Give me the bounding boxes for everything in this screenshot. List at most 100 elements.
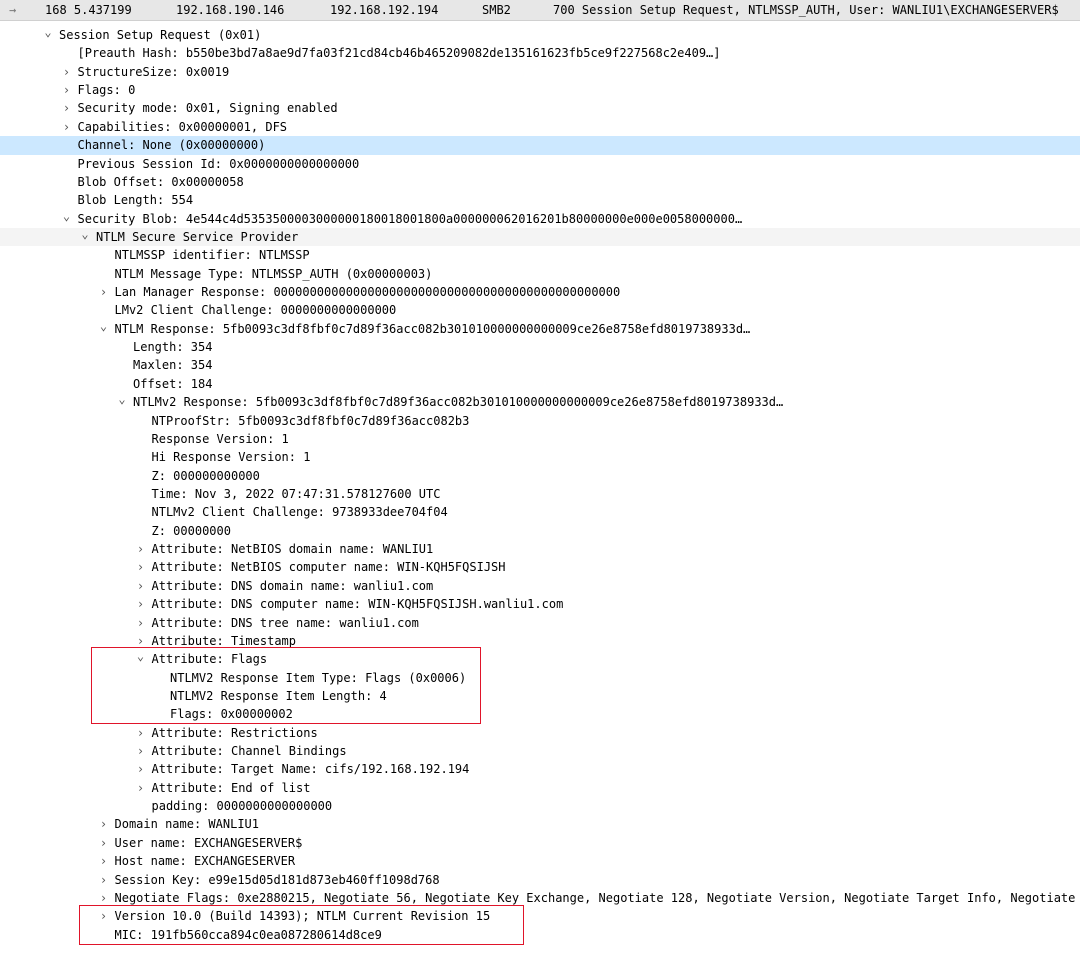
tree-row-previous-session-id[interactable]: Previous Session Id: 0x0000000000000000 (0, 155, 1080, 173)
tree-row-ntlmv2-item-type[interactable]: NTLMV2 Response Item Type: Flags (0x0006… (0, 669, 1080, 687)
tree-row-negotiate-flags[interactable]: › Negotiate Flags: 0xe2880215, Negotiate … (0, 889, 1080, 907)
tree-row-label: NTLM Response: 5fb0093c3df8fbf0c7d89f36a… (114, 321, 751, 336)
tree-row-security-blob[interactable]: ⌄ Security Blob: 4e544c4d5353500003000000… (0, 210, 1080, 228)
tree-row-structure-size[interactable]: › StructureSize: 0x0019 (0, 63, 1080, 81)
collapse-chevron-icon[interactable]: › (136, 742, 146, 760)
packet-details-tree[interactable]: ⌄ Session Setup Request (0x01) [Preauth Ha… (0, 26, 1080, 944)
tree-row-attr-restrictions[interactable]: › Attribute: Restrictions (0, 724, 1080, 742)
tree-row-label: Attribute: Flags (151, 652, 268, 667)
tree-row-ntlm-message-type[interactable]: NTLM Message Type: NTLMSSP_AUTH (0x00000… (0, 265, 1080, 283)
collapse-chevron-icon[interactable]: › (99, 283, 109, 301)
collapse-chevron-icon[interactable]: › (99, 815, 109, 833)
tree-row-label: Attribute: Target Name: cifs/192.168.192… (151, 762, 470, 777)
expand-chevron-icon[interactable]: ⌄ (136, 650, 146, 665)
tree-row-label: Attribute: DNS tree name: wanliu1.com (151, 615, 419, 630)
collapse-chevron-icon[interactable]: › (136, 724, 146, 742)
arrow-icon: → (9, 3, 17, 17)
tree-row-ntlm-response-offset[interactable]: Offset: 184 (0, 375, 1080, 393)
tree-row-ntlmv2-client-challenge[interactable]: NTLMv2 Client Challenge: 9738933dee704f0… (0, 503, 1080, 521)
collapse-chevron-icon[interactable]: › (136, 632, 146, 650)
tree-row-host-name[interactable]: › Host name: EXCHANGESERVER (0, 852, 1080, 870)
tree-row-attr-channel-bindings[interactable]: › Attribute: Channel Bindings (0, 742, 1080, 760)
expand-chevron-icon[interactable]: ⌄ (80, 228, 90, 243)
tree-row-lmv2-client-challenge[interactable]: LMv2 Client Challenge: 0000000000000000 (0, 301, 1080, 319)
tree-row-version[interactable]: › Version 10.0 (Build 14393); NTLM Curren… (0, 907, 1080, 925)
tree-row-response-version[interactable]: Response Version: 1 (0, 430, 1080, 448)
tree-row-capabilities[interactable]: › Capabilities: 0x00000001, DFS (0, 118, 1080, 136)
tree-row-label: LMv2 Client Challenge: 0000000000000000 (114, 303, 397, 318)
collapse-chevron-icon[interactable]: › (136, 595, 146, 613)
tree-row-padding[interactable]: padding: 0000000000000000 (0, 797, 1080, 815)
selected-packet-row[interactable]: → 168 5.437199 192.168.190.146 192.168.1… (0, 0, 1080, 21)
collapse-chevron-icon[interactable]: › (62, 81, 72, 99)
tree-row-preauth-hash[interactable]: [Preauth Hash: b550be3bd7a8ae9d7fa03f21c… (0, 44, 1080, 62)
tree-row-label: MIC: 191fb560cca894c0ea087280614d8ce9 (114, 927, 382, 942)
tree-row-attr-netbios-computer[interactable]: › Attribute: NetBIOS computer name: WIN-K… (0, 558, 1080, 576)
expand-chevron-icon[interactable]: ⌄ (99, 320, 109, 335)
tree-row-ntlm-response-maxlen[interactable]: Maxlen: 354 (0, 356, 1080, 374)
tree-row-hi-response-version[interactable]: Hi Response Version: 1 (0, 448, 1080, 466)
tree-row-blob-offset[interactable]: Blob Offset: 0x00000058 (0, 173, 1080, 191)
tree-row-label: Z: 000000000000 (151, 468, 260, 483)
packet-destination: 192.168.192.194 (330, 3, 439, 17)
tree-row-lan-manager-response[interactable]: › Lan Manager Response: 00000000000000000… (0, 283, 1080, 301)
tree-row-blob-length[interactable]: Blob Length: 554 (0, 191, 1080, 209)
packet-source: 192.168.190.146 (176, 3, 285, 17)
collapse-chevron-icon[interactable]: › (99, 889, 109, 907)
tree-row-label: Attribute: DNS computer name: WIN-KQH5FQ… (151, 597, 564, 612)
tree-row-label: Attribute: Restrictions (151, 725, 318, 740)
tree-row-flags[interactable]: › Flags: 0 (0, 81, 1080, 99)
tree-row-ntlmv2-item-length[interactable]: NTLMV2 Response Item Length: 4 (0, 687, 1080, 705)
tree-row-session-key[interactable]: › Session Key: e99e15d05d181d873eb460ff10… (0, 871, 1080, 889)
expand-chevron-icon[interactable]: ⌄ (117, 393, 127, 408)
collapse-chevron-icon[interactable]: › (62, 99, 72, 117)
collapse-chevron-icon[interactable]: › (136, 760, 146, 778)
tree-row-label: Length: 354 (133, 340, 213, 355)
tree-row-attr-dns-tree[interactable]: › Attribute: DNS tree name: wanliu1.com (0, 614, 1080, 632)
tree-row-label: Time: Nov 3, 2022 07:47:31.578127600 UTC (151, 486, 441, 501)
collapse-chevron-icon[interactable]: › (62, 63, 72, 81)
tree-row-attr-timestamp[interactable]: › Attribute: Timestamp (0, 632, 1080, 650)
tree-row-time[interactable]: Time: Nov 3, 2022 07:47:31.578127600 UTC (0, 485, 1080, 503)
packet-info: 700 Session Setup Request, NTLMSSP_AUTH,… (553, 3, 1059, 17)
collapse-chevron-icon[interactable]: › (99, 907, 109, 925)
collapse-chevron-icon[interactable]: › (136, 779, 146, 797)
tree-row-user-name[interactable]: › User name: EXCHANGESERVER$ (0, 834, 1080, 852)
collapse-chevron-icon[interactable]: › (136, 577, 146, 595)
tree-row-attr-dns-computer[interactable]: › Attribute: DNS computer name: WIN-KQH5F… (0, 595, 1080, 613)
tree-row-attr-end-of-list[interactable]: › Attribute: End of list (0, 779, 1080, 797)
tree-row-label: Domain name: WANLIU1 (114, 817, 260, 832)
tree-row-z-1[interactable]: Z: 000000000000 (0, 467, 1080, 485)
collapse-chevron-icon[interactable]: › (136, 558, 146, 576)
tree-row-label: NTLMSSP identifier: NTLMSSP (114, 248, 310, 263)
tree-row-attr-dns-domain[interactable]: › Attribute: DNS domain name: wanliu1.com (0, 577, 1080, 595)
tree-row-attr-target-name[interactable]: › Attribute: Target Name: cifs/192.168.19… (0, 760, 1080, 778)
expand-chevron-icon[interactable]: ⌄ (62, 210, 72, 225)
tree-row-z-2[interactable]: Z: 00000000 (0, 522, 1080, 540)
tree-row-ntlm-response[interactable]: ⌄ NTLM Response: 5fb0093c3df8fbf0c7d89f36… (0, 320, 1080, 338)
tree-row-ntproofstr[interactable]: NTProofStr: 5fb0093c3df8fbf0c7d89f36acc0… (0, 412, 1080, 430)
tree-row-domain-name[interactable]: › Domain name: WANLIU1 (0, 815, 1080, 833)
tree-row-label: NTLMv2 Client Challenge: 9738933dee704f0… (151, 505, 448, 520)
tree-row-session-setup-request[interactable]: ⌄ Session Setup Request (0x01) (0, 26, 1080, 44)
tree-row-ntlm-response-length[interactable]: Length: 354 (0, 338, 1080, 356)
collapse-chevron-icon[interactable]: › (99, 871, 109, 889)
tree-row-label: Flags: 0x00000002 (170, 707, 293, 722)
tree-row-ntlmv2-response[interactable]: ⌄ NTLMv2 Response: 5fb0093c3df8fbf0c7d89f… (0, 393, 1080, 411)
tree-row-attr-flags[interactable]: ⌄ Attribute: Flags (0, 650, 1080, 668)
tree-row-ntlm-secure-service-provider[interactable]: ⌄ NTLM Secure Service Provider (0, 227, 1080, 247)
tree-row-security-mode[interactable]: › Security mode: 0x01, Signing enabled (0, 99, 1080, 117)
tree-row-channel[interactable]: Channel: None (0x00000000) (0, 136, 1080, 155)
collapse-chevron-icon[interactable]: › (136, 614, 146, 632)
collapse-chevron-icon[interactable]: › (99, 834, 109, 852)
collapse-chevron-icon[interactable]: › (99, 852, 109, 870)
tree-row-ntlmssp-identifier[interactable]: NTLMSSP identifier: NTLMSSP (0, 246, 1080, 264)
tree-row-label: NTLMv2 Response: 5fb0093c3df8fbf0c7d89f3… (133, 395, 784, 410)
collapse-chevron-icon[interactable]: › (62, 118, 72, 136)
collapse-chevron-icon[interactable]: › (136, 540, 146, 558)
tree-row-mic[interactable]: MIC: 191fb560cca894c0ea087280614d8ce9 (0, 926, 1080, 944)
expand-chevron-icon[interactable]: ⌄ (43, 26, 53, 41)
tree-row-attr-flags-value[interactable]: Flags: 0x00000002 (0, 705, 1080, 723)
tree-row-label: Z: 00000000 (151, 523, 231, 538)
tree-row-attr-netbios-domain[interactable]: › Attribute: NetBIOS domain name: WANLIU1 (0, 540, 1080, 558)
